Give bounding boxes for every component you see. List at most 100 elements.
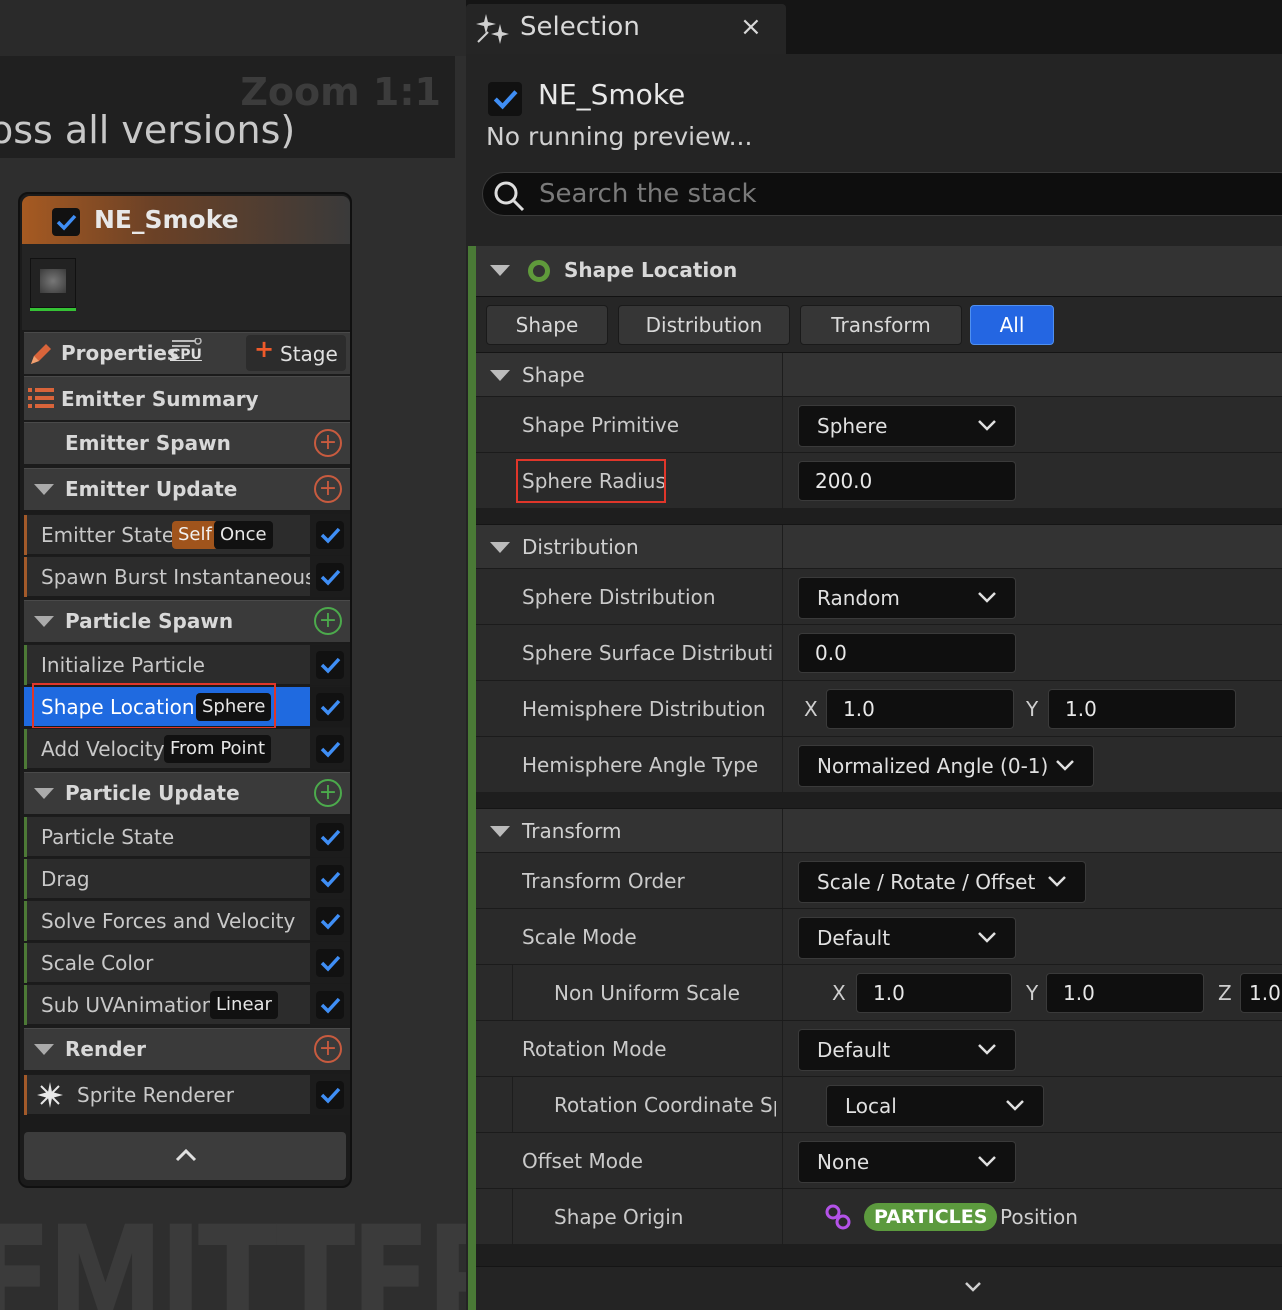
module-scale-color[interactable]: Scale Color [24,942,350,983]
filter-tab-shape[interactable]: Shape [486,305,608,345]
sphere-distribution-dropdown[interactable]: Random [798,577,1016,619]
chevron-down-icon [1056,760,1074,771]
particles-namespace-pill[interactable]: PARTICLES [864,1203,998,1231]
emitter-node-title-bar[interactable]: NE_Smoke [22,196,350,244]
selected-emitter-checkbox[interactable] [488,82,522,116]
section-particle-spawn[interactable]: Particle Spawn + [24,600,350,642]
module-particle-state[interactable]: Particle State [24,816,350,857]
close-icon[interactable]: × [740,12,762,42]
module-enabled-checkbox[interactable] [316,949,344,977]
emitter-summary-row[interactable]: Emitter Summary [24,376,350,420]
filter-tab-transform[interactable]: Transform [800,305,962,345]
prop-offset-mode: Offset Mode None [476,1132,1282,1189]
module-enabled-checkbox[interactable] [316,563,344,591]
render-label: Render [65,1037,146,1061]
add-module-particle-update-button[interactable]: + [314,779,342,807]
self-tag: Self [172,521,218,549]
check-icon [320,657,341,674]
position-attribute: Position [1000,1205,1078,1229]
category-shape[interactable]: Shape [476,352,1282,397]
collapse-triangle-icon[interactable] [490,826,510,837]
transform-order-dropdown[interactable]: Scale / Rotate / Offset [798,861,1086,903]
add-renderer-button[interactable]: + [314,1035,342,1063]
tab-title: Selection [520,12,640,42]
selection-tab[interactable]: Selection × [466,4,786,54]
module-label: Initialize Particle [41,653,205,677]
scale-x-input[interactable]: 1.0 [856,973,1012,1013]
module-enabled-checkbox[interactable] [316,991,344,1019]
selection-body: NE_Smoke No running preview... Shape Loc… [466,54,1282,1310]
section-emitter-update[interactable]: Emitter Update + [24,468,350,510]
shape-primitive-dropdown[interactable]: Sphere [798,405,1016,447]
filter-tab-all[interactable]: All [970,305,1054,345]
collapse-triangle-icon[interactable] [34,616,54,627]
scale-mode-dropdown[interactable]: Default [798,917,1016,959]
module-label: Scale Color [41,951,154,975]
scale-z-input[interactable]: 1.0 [1240,973,1282,1013]
add-module-emitter-spawn-button[interactable]: + [314,429,342,457]
check-icon [320,699,341,716]
hemisphere-angle-type-dropdown[interactable]: Normalized Angle (0-1) [798,745,1094,787]
module-spawn-burst-instantaneous[interactable]: Spawn Burst Instantaneous [24,556,350,597]
module-enabled-checkbox[interactable] [316,693,344,721]
rotation-coordinate-space-dropdown[interactable]: Local [826,1085,1044,1127]
thumbnail-status-bar [30,308,76,311]
graph-canvas[interactable]: Zoom 1:1 oss all versions) EMITTER NE_Sm… [0,0,466,1310]
graph-header-text: oss all versions) [0,108,296,152]
module-sprite-renderer[interactable]: Sprite Renderer [24,1074,350,1115]
collapse-node-button[interactable] [24,1132,346,1180]
link-icon[interactable] [824,1203,852,1235]
section-particle-update[interactable]: Particle Update + [24,772,350,814]
offset-mode-dropdown[interactable]: None [798,1141,1016,1183]
emitter-thumbnail[interactable] [30,258,76,308]
module-header[interactable]: Shape Location [476,246,1282,296]
search-box[interactable] [482,172,1282,216]
sphere-radius-input[interactable]: 200.0 [798,461,1016,501]
linear-tag: Linear [210,991,278,1019]
module-enabled-checkbox[interactable] [316,823,344,851]
collapse-triangle-icon[interactable] [34,1044,54,1055]
emitter-enabled-checkbox[interactable] [52,208,80,236]
section-emitter-spawn[interactable]: Emitter Spawn + [24,422,350,464]
module-enabled-checkbox[interactable] [316,521,344,549]
collapse-triangle-icon[interactable] [34,484,54,495]
section-render[interactable]: Render + [24,1028,350,1070]
hemisphere-y-input[interactable]: 1.0 [1048,689,1236,729]
scale-y-input[interactable]: 1.0 [1046,973,1204,1013]
rotation-mode-dropdown[interactable]: Default [798,1029,1016,1071]
category-distribution[interactable]: Distribution [476,524,1282,569]
collapse-triangle-icon[interactable] [490,542,510,553]
module-add-velocity[interactable]: Add Velocity From Point [24,728,350,769]
highlight-box [32,683,276,729]
collapse-triangle-icon[interactable] [490,265,510,276]
from-point-tag: From Point [164,735,272,763]
module-enabled-checkbox[interactable] [316,651,344,679]
collapse-triangle-icon[interactable] [34,788,54,799]
module-enabled-checkbox[interactable] [316,1081,344,1109]
module-enabled-checkbox[interactable] [316,907,344,935]
add-module-emitter-update-button[interactable]: + [314,475,342,503]
module-initialize-particle[interactable]: Initialize Particle [24,644,350,685]
module-solve-forces-and-velocity[interactable]: Solve Forces and Velocity [24,900,350,941]
search-input[interactable] [539,179,1239,209]
hemisphere-x-input[interactable]: 1.0 [826,689,1014,729]
graph-header: Zoom 1:1 oss all versions) [0,56,455,158]
filter-tab-distribution[interactable]: Distribution [618,305,790,345]
check-icon [493,90,518,110]
module-emitter-state[interactable]: Emitter State Self Once [24,514,350,555]
module-enabled-checkbox[interactable] [316,735,344,763]
emitter-node[interactable]: NE_Smoke Properties CPU + Stage Emitter … [18,192,352,1188]
sphere-surface-distribution-input[interactable]: 0.0 [798,633,1016,673]
category-label: Transform [522,819,622,843]
add-stage-button[interactable]: + Stage [246,335,346,371]
category-transform[interactable]: Transform [476,808,1282,853]
collapse-triangle-icon[interactable] [490,370,510,381]
add-module-particle-spawn-button[interactable]: + [314,607,342,635]
properties-row[interactable]: Properties CPU + Stage [24,332,350,374]
module-drag[interactable]: Drag [24,858,350,899]
module-shape-location[interactable]: Shape Location Sphere [24,683,350,729]
module-sub-uv-animation[interactable]: Sub UVAnimation Linear [24,984,350,1025]
prop-label: Shape Primitive [522,413,680,437]
module-enabled-checkbox[interactable] [316,865,344,893]
emitter-thumbnail-area [22,244,350,330]
